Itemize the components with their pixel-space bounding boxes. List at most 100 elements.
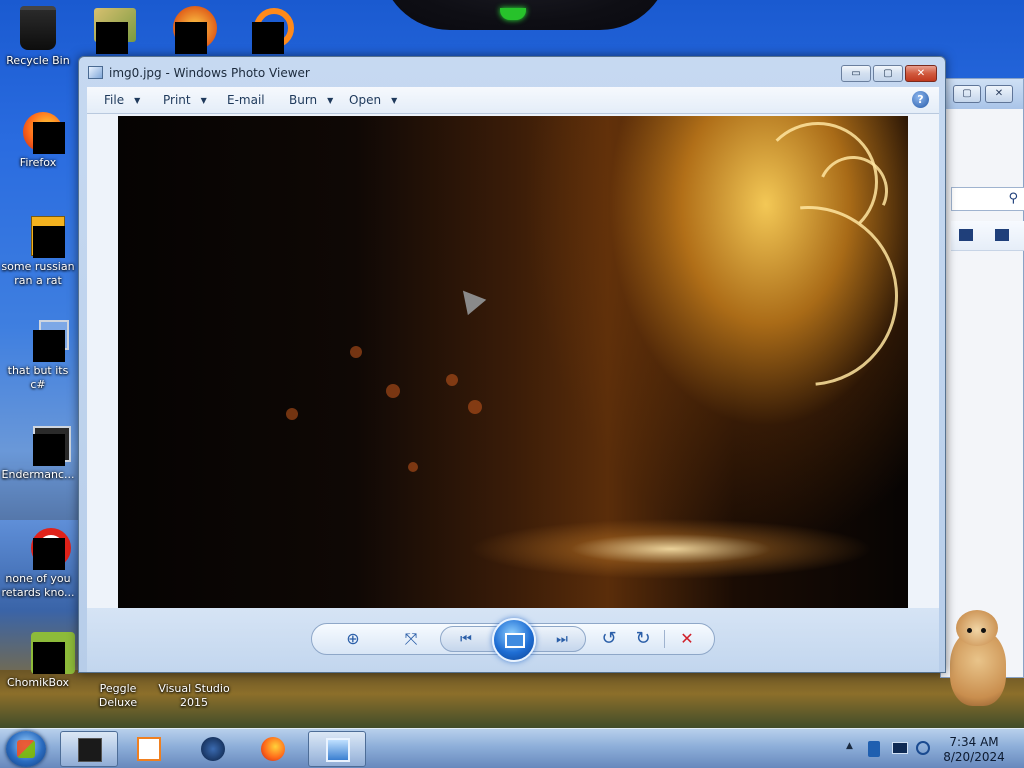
photo-viewer-window[interactable]: img0.jpg - Windows Photo Viewer ▭ ▢ ✕ Fi… bbox=[78, 56, 946, 673]
desktop-icon-label: Peggle Deluxe bbox=[98, 682, 138, 709]
zoom-icon[interactable]: ⊕ bbox=[336, 624, 370, 654]
toolbar-strip bbox=[951, 221, 1024, 251]
slideshow-button[interactable] bbox=[492, 618, 536, 662]
desktop-icon-firefox[interactable]: Firefox bbox=[0, 110, 76, 170]
photo-bokeh bbox=[286, 408, 298, 420]
desktop-icon-peggle[interactable]: Peggle Deluxe bbox=[80, 682, 156, 710]
menu-print[interactable]: Print ▼ bbox=[163, 93, 207, 107]
hamster-desktop-pet[interactable] bbox=[946, 606, 1010, 708]
device-icon[interactable] bbox=[868, 741, 880, 757]
desktop-icon-top-2[interactable] bbox=[165, 0, 223, 54]
control-pill: ⊕ ⤧ ⏮ ⏭ ↺ ↻ ✕ bbox=[311, 618, 715, 662]
menu-label: Burn bbox=[289, 93, 318, 107]
desktop-icon-russian-rat[interactable]: some russian ran a rat bbox=[0, 214, 76, 288]
windows-logo-icon bbox=[17, 740, 35, 758]
desktop-icon-label: Endermanc... bbox=[1, 468, 75, 481]
image-canvas bbox=[87, 114, 939, 608]
network-icon[interactable] bbox=[916, 741, 930, 755]
mouse-cursor bbox=[453, 282, 487, 316]
clock[interactable]: 7:34 AM 8/20/2024 bbox=[932, 735, 1016, 765]
menu-open[interactable]: Open ▼ bbox=[349, 93, 397, 107]
desktop-icon-label: none of you retards kno... bbox=[1, 572, 75, 599]
stack-icon bbox=[17, 318, 69, 362]
redacted-block bbox=[96, 22, 128, 54]
black-box-icon bbox=[78, 738, 102, 762]
photo-bokeh bbox=[386, 384, 400, 398]
system-tray: ▲ 7:34 AM 8/20/2024 bbox=[842, 733, 1022, 765]
desktop-icon-label: that but its c# bbox=[7, 364, 69, 391]
pane-icon[interactable] bbox=[995, 229, 1009, 241]
desktop-icon-visual-studio[interactable]: Visual Studio 2015 bbox=[156, 682, 232, 710]
menu-label: E-mail bbox=[227, 93, 265, 107]
displayed-photo[interactable] bbox=[118, 116, 908, 608]
actual-size-icon[interactable]: ⤧ bbox=[396, 624, 426, 654]
display-icon[interactable] bbox=[892, 742, 908, 754]
menu-burn[interactable]: Burn ▼ bbox=[289, 93, 333, 107]
taskbar-item-browser[interactable] bbox=[184, 731, 242, 767]
hamster-head bbox=[956, 610, 998, 646]
maximize-button[interactable]: ▢ bbox=[953, 85, 981, 103]
photo-controls-bar: ⊕ ⤧ ⏮ ⏭ ↺ ↻ ✕ bbox=[87, 608, 939, 672]
menu-label: File bbox=[104, 93, 125, 107]
delete-icon[interactable]: ✕ bbox=[674, 624, 700, 654]
photo-bokeh bbox=[468, 400, 482, 414]
recycle-bin-icon bbox=[20, 6, 56, 50]
globe-icon bbox=[201, 737, 225, 761]
redacted-block bbox=[252, 22, 284, 54]
taskbar: ▲ 7:34 AM 8/20/2024 bbox=[0, 728, 1024, 768]
media-player-icon bbox=[137, 737, 161, 761]
desktop-icon-recycle-bin[interactable]: Recycle Bin bbox=[0, 6, 76, 68]
photo-bokeh bbox=[446, 374, 458, 386]
window-app-icon bbox=[17, 422, 71, 466]
minimize-button[interactable]: ▭ bbox=[841, 65, 871, 82]
menu-label: Print bbox=[163, 93, 191, 107]
chomikbox-icon bbox=[17, 630, 75, 674]
clock-date: 8/20/2024 bbox=[943, 750, 1005, 764]
photo-viewer-app-icon bbox=[88, 66, 103, 79]
photo-bokeh bbox=[408, 462, 418, 472]
desktop-icon-none-of-you[interactable]: none of you retards kno... bbox=[0, 526, 76, 600]
status-led bbox=[500, 8, 526, 20]
previous-button[interactable]: ⏮ bbox=[449, 625, 483, 655]
menu-file[interactable]: File ▼ bbox=[104, 93, 140, 107]
start-button[interactable] bbox=[6, 731, 46, 767]
rotate-clockwise-icon[interactable]: ↻ bbox=[630, 624, 656, 654]
menu-email[interactable]: E-mail bbox=[227, 93, 265, 107]
taskbar-item-app-1[interactable] bbox=[60, 731, 118, 767]
next-button[interactable]: ⏭ bbox=[545, 625, 579, 655]
search-icon: ⚲ bbox=[1008, 191, 1018, 206]
hamster-eye bbox=[967, 628, 972, 633]
chevron-down-icon: ▼ bbox=[134, 96, 141, 105]
desktop-icon-csharp[interactable]: that but its c# bbox=[0, 318, 76, 392]
show-hidden-icons-arrow[interactable]: ▲ bbox=[846, 741, 853, 751]
chevron-down-icon: ▼ bbox=[327, 96, 334, 105]
photo-bokeh bbox=[350, 346, 362, 358]
firefox-icon bbox=[17, 110, 65, 154]
hamster-eye bbox=[981, 628, 986, 633]
view-icon[interactable] bbox=[959, 229, 973, 241]
menu-label: Open bbox=[349, 93, 382, 107]
control-divider bbox=[664, 630, 665, 648]
taskbar-item-photo-viewer[interactable] bbox=[308, 731, 366, 767]
taskbar-item-firefox[interactable] bbox=[244, 731, 302, 767]
help-icon[interactable]: ? bbox=[912, 91, 929, 108]
firefox-icon bbox=[261, 737, 285, 761]
close-button[interactable]: ✕ bbox=[985, 85, 1013, 103]
chevron-down-icon: ▼ bbox=[200, 96, 207, 105]
desktop-icon-label: Visual Studio 2015 bbox=[158, 682, 230, 709]
desktop-icon-chomikbox[interactable]: ChomikBox bbox=[0, 630, 76, 690]
menu-bar: File ▼ Print ▼ E-mail Burn ▼ Open ▼ ? bbox=[87, 87, 939, 114]
maximize-button[interactable]: ▢ bbox=[873, 65, 903, 82]
desktop-icon-top-3[interactable] bbox=[242, 0, 300, 54]
window-title: img0.jpg - Windows Photo Viewer bbox=[109, 66, 310, 80]
desktop-icon-label: ChomikBox bbox=[7, 676, 69, 689]
search-input[interactable]: ⚲ bbox=[951, 187, 1024, 211]
desktop-icon-label: Firefox bbox=[19, 156, 57, 169]
desktop-icon-endermanch[interactable]: Endermanc... bbox=[0, 422, 76, 482]
close-button[interactable]: ✕ bbox=[905, 65, 937, 82]
window-titlebar[interactable]: img0.jpg - Windows Photo Viewer ▭ ▢ ✕ bbox=[79, 57, 945, 87]
desktop-icon-top-1[interactable] bbox=[86, 0, 144, 54]
background-window[interactable]: ▢ ✕ ⚲ bbox=[940, 78, 1024, 678]
taskbar-item-media-player[interactable] bbox=[120, 731, 178, 767]
rotate-counterclockwise-icon[interactable]: ↺ bbox=[596, 624, 622, 654]
